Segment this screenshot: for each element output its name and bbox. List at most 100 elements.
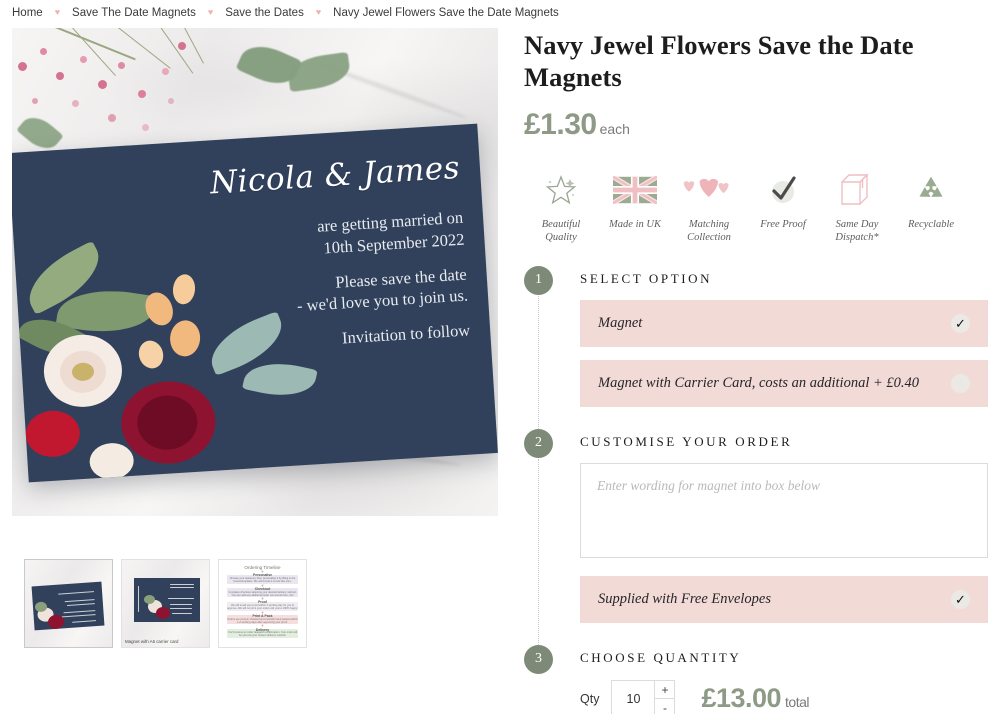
heart-icon: ♥ bbox=[315, 6, 322, 17]
step-badge-1: 1 bbox=[524, 265, 553, 295]
option-free-envelopes[interactable]: Supplied with Free Envelopes ✓ bbox=[580, 575, 988, 623]
red-rose-icon bbox=[24, 409, 82, 459]
card-text-block: Nicola & James are getting married on 10… bbox=[159, 149, 471, 373]
radio-icon[interactable] bbox=[951, 373, 970, 393]
flower-bud-icon bbox=[18, 62, 27, 71]
cream-bud-icon bbox=[88, 441, 135, 481]
card-names: Nicola & James bbox=[208, 149, 462, 202]
feature-label-line1: Matching bbox=[688, 218, 730, 230]
unit-price: £1.30 each bbox=[524, 108, 988, 142]
feature-label-line1: Recyclable bbox=[907, 218, 955, 230]
flower-bud-icon bbox=[40, 48, 47, 55]
step-badge-2: 2 bbox=[524, 428, 553, 458]
heart-icon: ♥ bbox=[54, 6, 61, 17]
breadcrumb-item-save-the-date-magnets[interactable]: Save The Date Magnets bbox=[72, 7, 196, 19]
feature-label-line1: Same Day bbox=[835, 218, 879, 230]
feature-badges: Beautiful Quality Made in UK Matching Co… bbox=[524, 168, 988, 244]
feature-label: Free Proof bbox=[746, 218, 820, 231]
uk-flag-icon bbox=[598, 168, 672, 212]
unit-price-label: each bbox=[599, 120, 630, 137]
quantity-label: Qty bbox=[580, 691, 600, 706]
feature-label: Recyclable bbox=[894, 218, 968, 231]
flower-bud-icon bbox=[138, 90, 146, 98]
quantity-increment-button[interactable]: + bbox=[655, 680, 675, 699]
option-magnet[interactable]: Magnet ✓ bbox=[580, 299, 988, 347]
feature-label-line1: Free Proof bbox=[760, 218, 806, 230]
check-icon[interactable]: ✓ bbox=[951, 313, 970, 333]
check-icon[interactable]: ✓ bbox=[951, 589, 970, 609]
flower-bud-icon bbox=[168, 98, 174, 104]
feature-label: Matching Collection bbox=[672, 218, 746, 244]
step-title-select-option: Select Option bbox=[580, 270, 713, 286]
option-magnet-with-carrier-card[interactable]: Magnet with Carrier Card, costs an addit… bbox=[580, 359, 988, 407]
feature-same-day-dispatch: Same Day Dispatch* bbox=[820, 168, 894, 244]
thumbnail-caption: Magnet with A6 carrier card bbox=[125, 639, 179, 644]
flower-bud-icon bbox=[142, 124, 149, 131]
star-sparkle-icon bbox=[524, 168, 598, 212]
thumbnail-carrier-card[interactable]: Magnet with A6 carrier card bbox=[121, 559, 210, 648]
arrow-icon: ▼ bbox=[260, 623, 265, 629]
step-choose-quantity: 3 Choose Quantity Qty + - £13.00total bbox=[524, 644, 988, 714]
feature-label: Made in UK bbox=[598, 218, 672, 231]
feature-made-in-uk: Made in UK bbox=[598, 168, 672, 244]
flower-bud-icon bbox=[98, 80, 107, 89]
breadcrumb-item-current: Navy Jewel Flowers Save the Date Magnets bbox=[333, 7, 559, 19]
thumbnail-main[interactable] bbox=[24, 559, 113, 648]
feature-label: Beautiful Quality bbox=[524, 218, 598, 244]
flower-bud-icon bbox=[80, 56, 87, 63]
step-badge-3: 3 bbox=[524, 644, 553, 674]
unit-price-value: £1.30 bbox=[524, 107, 597, 141]
step-title-choose-quantity: Choose Quantity bbox=[580, 649, 742, 665]
step-customise-order: 2 Customise Your Order Supplied with Fre… bbox=[524, 428, 988, 649]
recycle-icon bbox=[894, 168, 968, 212]
thumbnail-strip: Magnet with A6 carrier card Ordering Tim… bbox=[24, 559, 307, 648]
feature-free-proof: Free Proof bbox=[746, 168, 820, 244]
timeline-graphic: Ordering Timeline ▼ Personalise Choose y… bbox=[223, 564, 302, 643]
customise-textarea-wrap bbox=[580, 462, 988, 563]
box-icon bbox=[820, 168, 894, 212]
option-label: Magnet bbox=[598, 314, 643, 331]
feature-beautiful-quality: Beautiful Quality bbox=[524, 168, 598, 244]
total-price-label: total bbox=[785, 694, 810, 711]
save-the-date-card: Nicola & James are getting married on 10… bbox=[12, 123, 498, 483]
hearts-icon bbox=[672, 168, 746, 212]
page-title: Navy Jewel Flowers Save the Date Magnets bbox=[524, 30, 914, 92]
step-connector bbox=[538, 458, 539, 649]
quantity-buttons: + - bbox=[654, 680, 675, 714]
wording-textarea[interactable] bbox=[580, 462, 988, 558]
total-price: £13.00 total bbox=[701, 683, 809, 714]
breadcrumb-item-home[interactable]: Home bbox=[12, 7, 43, 19]
thumbnail-ordering-timeline[interactable]: Ordering Timeline ▼ Personalise Choose y… bbox=[218, 559, 307, 648]
feature-label-line2: Dispatch* bbox=[835, 231, 879, 243]
quantity-decrement-button[interactable]: - bbox=[655, 698, 675, 714]
product-gallery: Nicola & James are getting married on 10… bbox=[12, 28, 498, 648]
hero-image[interactable]: Nicola & James are getting married on 10… bbox=[12, 28, 498, 516]
step-title-customise-order: Customise Your Order bbox=[580, 433, 793, 449]
check-circle-icon bbox=[746, 168, 820, 212]
feature-matching-collection: Matching Collection bbox=[672, 168, 746, 244]
feature-label: Same Day Dispatch* bbox=[820, 218, 894, 244]
option-label: Magnet with Carrier Card, costs an addit… bbox=[598, 374, 920, 391]
peach-bud-icon bbox=[135, 337, 167, 372]
feature-label-line2: Quality bbox=[545, 231, 577, 243]
breadcrumb-item-save-the-dates[interactable]: Save the Dates bbox=[225, 7, 304, 19]
timeline-step-body: You'll receive an order despatch confirm… bbox=[227, 631, 298, 638]
quantity-stepper[interactable]: + - bbox=[611, 679, 676, 714]
thumb-card bbox=[134, 578, 200, 622]
product-details: Navy Jewel Flowers Save the Date Magnets… bbox=[524, 30, 988, 714]
flower-bud-icon bbox=[32, 98, 38, 104]
flower-bud-icon bbox=[162, 68, 169, 75]
flower-bud-icon bbox=[56, 72, 64, 80]
quantity-row: Qty + - £13.00total bbox=[580, 679, 988, 714]
flower-bud-icon bbox=[118, 62, 125, 69]
step-connector bbox=[538, 295, 539, 433]
quantity-input[interactable] bbox=[612, 680, 655, 714]
feature-label-line2: Collection bbox=[687, 231, 731, 243]
feature-label-line1: Made in UK bbox=[609, 218, 661, 230]
breadcrumb: Home ♥ Save The Date Magnets ♥ Save the … bbox=[12, 3, 559, 23]
feature-label-line1: Beautiful bbox=[541, 218, 581, 230]
option-label: Supplied with Free Envelopes bbox=[598, 590, 772, 607]
flower-bud-icon bbox=[108, 114, 116, 122]
heart-icon: ♥ bbox=[207, 6, 214, 17]
flower-bud-icon bbox=[72, 100, 79, 107]
